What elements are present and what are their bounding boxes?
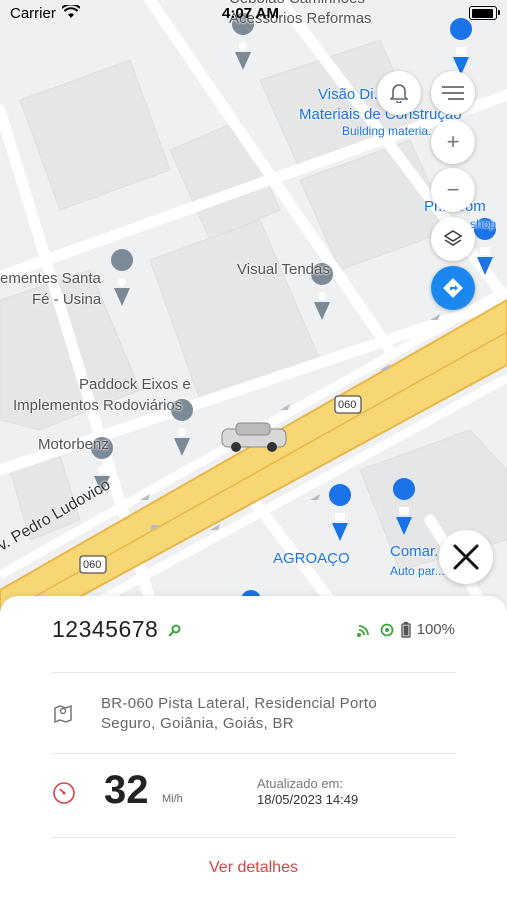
- menu-icon: [442, 86, 464, 100]
- directions-icon: [443, 278, 463, 298]
- zoom-in-label: +: [446, 129, 460, 154]
- bell-icon: [390, 84, 408, 103]
- battery-status-icon: [400, 621, 411, 638]
- divider: [52, 672, 456, 673]
- map-label-visual-tendas: Visual Tendas: [237, 261, 330, 278]
- vehicle-plate: 12345678: [52, 616, 181, 643]
- zoom-in-button[interactable]: +: [431, 120, 475, 164]
- map-label-motorbenz: Motorbenz: [38, 436, 109, 453]
- close-icon: [453, 544, 479, 570]
- zoom-out-label: −: [446, 177, 460, 202]
- notifications-button[interactable]: [377, 71, 421, 115]
- vehicle-speed: 32: [104, 768, 149, 812]
- map-label-paddock-line1: Paddock Eixos e: [79, 376, 191, 393]
- directions-button[interactable]: [431, 266, 475, 310]
- close-button[interactable]: [439, 530, 493, 584]
- view-details-link[interactable]: Ver detalhes: [0, 859, 507, 877]
- status-time: 4:07 AM: [222, 5, 279, 22]
- highway-shield-060-b: 060: [83, 559, 102, 571]
- divider: [52, 753, 456, 754]
- map-label-paddock-line2: Implementos Rodoviários: [13, 397, 183, 414]
- zoom-out-button[interactable]: −: [431, 168, 475, 212]
- updated-value: 18/05/2023 14:49: [257, 792, 359, 807]
- map-location-icon: [54, 704, 72, 724]
- map-label-agroaco: AGROAÇO: [273, 550, 350, 567]
- speedometer-icon: [53, 782, 75, 804]
- vehicle-info-sheet: 12345678 100% BR-060 Pista Lateral, Resi…: [0, 596, 507, 900]
- battery-level: 100%: [416, 621, 455, 638]
- signal-icon: [356, 624, 369, 637]
- carrier-label: Carrier: [10, 5, 56, 22]
- map-label-visao-sub: Building materia...: [342, 124, 439, 138]
- divider: [52, 837, 456, 838]
- layers-button[interactable]: [431, 217, 475, 261]
- speed-unit: Mi/h: [162, 793, 183, 805]
- menu-button[interactable]: [431, 71, 475, 115]
- status-bar: Carrier 4:07 AM: [0, 0, 507, 28]
- updated-label: Atualizado em:: [257, 776, 343, 791]
- highway-shield-060-a: 060: [338, 399, 357, 411]
- wifi-icon: [62, 5, 80, 18]
- vehicle-status-icons: 100%: [355, 621, 455, 638]
- plate-number: 12345678: [52, 616, 159, 642]
- gps-icon: [380, 623, 394, 636]
- map-label-comar-sub: Auto par...: [390, 564, 445, 578]
- map-label-cimentes-line1: ementes Santa: [0, 270, 101, 287]
- key-icon: [168, 624, 181, 637]
- layers-icon: [443, 230, 463, 246]
- map-label-cimentes-line2: Fé - Usina: [32, 291, 102, 308]
- vehicle-address: BR-060 Pista Lateral, Residencial Porto …: [101, 695, 378, 732]
- battery-icon: [469, 6, 500, 20]
